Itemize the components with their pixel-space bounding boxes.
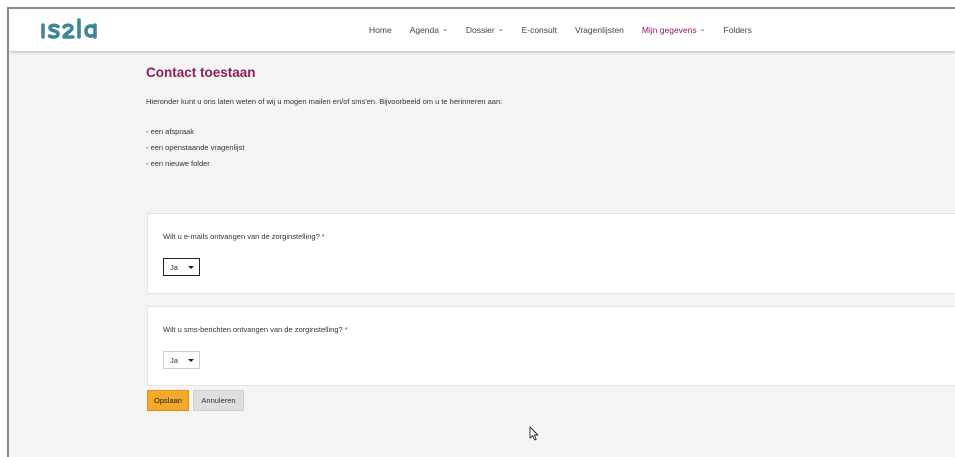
nav-dossier-label: Dossier [465, 25, 495, 35]
nav-mijn-gegevens-label: Mijn gegevens [641, 25, 697, 35]
required-marker: * [321, 232, 325, 241]
main-nav: Home Agenda ⌄ Dossier ⌄ E-consult Vragenli… [369, 9, 770, 51]
save-button[interactable]: Opslaan [147, 390, 189, 411]
email-consent-select[interactable]: Ja [163, 258, 200, 276]
sms-question-label: Wilt u sms-berichten ontvangen van de zo… [163, 325, 348, 334]
list-item: - een afspraak [146, 127, 194, 136]
isala-logo-mark [41, 18, 97, 39]
nav-e-consult-label: E-consult [521, 25, 557, 35]
nav-folders[interactable]: Folders [724, 25, 752, 35]
dropdown-caret-icon [188, 359, 194, 362]
nav-vragenlijsten[interactable]: Vragenlijsten [575, 25, 624, 35]
nav-agenda[interactable]: Agenda ⌄ [410, 25, 448, 35]
dropdown-caret-icon [188, 266, 194, 269]
list-item: - een openstaande vragenlijst [146, 143, 245, 152]
isala-logo[interactable] [39, 15, 109, 43]
sms-question-text: Wilt u sms-berichten ontvangen van de zo… [163, 325, 343, 334]
chevron-down-icon: ⌄ [699, 26, 706, 33]
top-navigation-bar: Home Agenda ⌄ Dossier ⌄ E-consult Vragenli… [9, 9, 955, 51]
nav-folders-label: Folders [723, 25, 752, 35]
intro-text: Hieronder kunt u ons laten weten of wij … [146, 97, 503, 106]
chevron-down-icon: ⌄ [442, 26, 448, 33]
page-content: Contact toestaan Hieronder kunt u ons la… [146, 65, 955, 172]
reminder-list: - een afspraak - een openstaande vragenl… [146, 124, 955, 172]
sms-consent-select[interactable]: Ja [163, 351, 200, 369]
list-item: - een nieuwe folder [146, 159, 210, 168]
email-consent-value: Ja [170, 262, 178, 272]
nav-home-label: Home [369, 25, 392, 35]
nav-vragenlijsten-label: Vragenlijsten [575, 25, 624, 35]
required-marker: * [344, 325, 348, 334]
email-question-label: Wilt u e-mails ontvangen van de zorginst… [163, 232, 325, 241]
browser-frame: Home Agenda ⌄ Dossier ⌄ E-consult Vragenli… [7, 7, 955, 457]
email-consent-card: Wilt u e-mails ontvangen van de zorginst… [147, 213, 955, 294]
nav-home[interactable]: Home [369, 25, 392, 35]
cancel-button[interactable]: Annuleren [193, 390, 244, 411]
nav-mijn-gegevens[interactable]: Mijn gegevens ⌄ [642, 25, 706, 35]
mouse-pointer-icon [529, 426, 539, 441]
sms-consent-card: Wilt u sms-berichten ontvangen van de zo… [147, 306, 955, 386]
chevron-down-icon: ⌄ [497, 26, 504, 33]
sms-consent-value: Ja [170, 355, 178, 365]
page-title: Contact toestaan [146, 65, 256, 80]
nav-dossier[interactable]: Dossier ⌄ [466, 25, 504, 35]
nav-agenda-label: Agenda [409, 25, 439, 35]
email-question-text: Wilt u e-mails ontvangen van de zorginst… [163, 232, 320, 241]
nav-e-consult[interactable]: E-consult [522, 25, 557, 35]
